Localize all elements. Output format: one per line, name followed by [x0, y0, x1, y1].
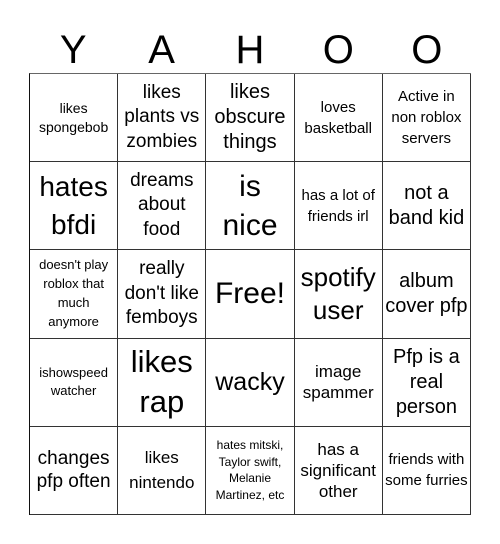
bingo-cell[interactable]: likes nintendo — [118, 426, 207, 515]
bingo-cell[interactable]: really don't like femboys — [118, 250, 207, 339]
cell-text: not a band kid — [388, 181, 465, 229]
cell-text: has a lot of friends irl — [301, 186, 375, 225]
cell-text: likes nintendo — [129, 447, 195, 493]
free-space-cell[interactable]: Free! — [206, 250, 295, 339]
header-letter-y: Y — [59, 28, 87, 72]
header-letter-h: H — [235, 28, 265, 72]
bingo-cell[interactable]: Active in non roblox servers — [382, 74, 471, 163]
cell-text: hates mitski, Taylor swift, Melanie Mart… — [215, 437, 285, 503]
bingo-cell[interactable]: likes obscure things — [206, 74, 295, 163]
bingo-cell[interactable]: has a significant other — [294, 426, 383, 515]
bingo-cell[interactable]: hates bfdi — [30, 162, 119, 251]
cell-text: likes obscure things — [214, 81, 286, 154]
bingo-board: likes spongebob likes plants vs zombies … — [29, 73, 471, 515]
bingo-cell[interactable]: friends with some furries — [382, 426, 471, 515]
cell-text: has a significant other — [300, 439, 376, 502]
bingo-cell[interactable]: doesn't play roblox that much anymore — [30, 250, 119, 339]
cell-text: ishowspeed watcher — [39, 365, 108, 399]
cell-text: likes plants vs zombies — [124, 81, 200, 152]
bingo-cell[interactable]: has a lot of friends irl — [294, 162, 383, 251]
header-letter-a: A — [148, 28, 175, 72]
header-letter-o1: O — [322, 28, 354, 72]
bingo-cell[interactable]: changes pfp often — [30, 426, 119, 515]
bingo-cell[interactable]: wacky — [206, 338, 295, 427]
bingo-cell[interactable]: is nice — [206, 162, 295, 251]
free-space-label: Free! — [214, 276, 285, 310]
bingo-header: Y A H O O — [29, 28, 471, 73]
cell-text: changes pfp often — [36, 447, 111, 493]
bingo-cell[interactable]: album cover pfp — [382, 250, 471, 339]
bingo-cell[interactable]: spotify user — [294, 250, 383, 339]
bingo-cell[interactable]: loves basketball — [294, 74, 383, 163]
bingo-cell[interactable]: not a band kid — [382, 162, 471, 251]
bingo-cell[interactable]: likes spongebob — [30, 74, 119, 163]
cell-text: Pfp is a real person — [393, 345, 460, 418]
cell-text: likes rap — [130, 343, 193, 420]
cell-text: is nice — [222, 169, 278, 242]
cell-text: really don't like femboys — [124, 257, 199, 329]
cell-text: Active in non roblox servers — [391, 88, 462, 148]
cell-text: likes spongebob — [38, 100, 109, 135]
header-letter-o2: O — [411, 28, 443, 72]
cell-text: doesn't play roblox that much anymore — [39, 257, 109, 329]
bingo-cell[interactable]: Pfp is a real person — [382, 338, 471, 427]
bingo-cell[interactable]: ishowspeed watcher — [30, 338, 119, 427]
bingo-cell[interactable]: likes plants vs zombies — [118, 74, 207, 163]
bingo-cell[interactable]: dreams about food — [118, 162, 207, 251]
bingo-cell[interactable]: hates mitski, Taylor swift, Melanie Mart… — [206, 426, 295, 515]
cell-text: album cover pfp — [385, 269, 468, 317]
bingo-cell[interactable]: likes rap — [118, 338, 207, 427]
cell-text: friends with some furries — [385, 451, 468, 490]
cell-text: dreams about food — [130, 169, 194, 241]
cell-text: spotify user — [300, 262, 376, 325]
cell-text: image spammer — [302, 361, 374, 403]
cell-text: hates bfdi — [39, 170, 108, 240]
cell-text: loves basketball — [304, 98, 372, 137]
cell-text: wacky — [215, 368, 285, 397]
bingo-cell[interactable]: image spammer — [294, 338, 383, 427]
